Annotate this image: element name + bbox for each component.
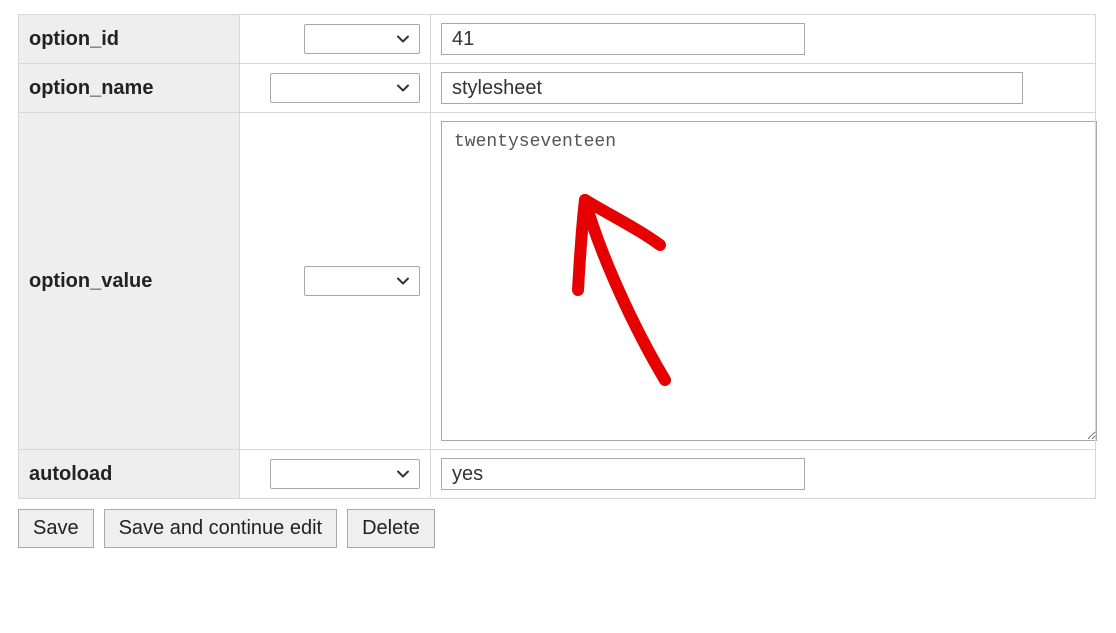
label-option-id: option_id	[19, 15, 240, 64]
label-autoload: autoload	[19, 450, 240, 499]
chevron-down-icon	[395, 31, 411, 47]
input-autoload[interactable]	[441, 458, 805, 490]
input-option-name[interactable]	[441, 72, 1023, 104]
function-select-option-name[interactable]	[270, 73, 420, 103]
save-continue-button[interactable]: Save and continue edit	[104, 509, 338, 548]
textarea-option-value[interactable]	[441, 121, 1097, 441]
label-option-value: option_value	[19, 113, 240, 450]
chevron-down-icon	[395, 273, 411, 289]
row-option-id: option_id	[19, 15, 1096, 64]
input-option-id[interactable]	[441, 23, 805, 55]
function-select-autoload[interactable]	[270, 459, 420, 489]
delete-button[interactable]: Delete	[347, 509, 435, 548]
function-select-option-value[interactable]	[304, 266, 420, 296]
row-option-name: option_name	[19, 64, 1096, 113]
function-select-option-id[interactable]	[304, 24, 420, 54]
row-option-value: option_value	[19, 113, 1096, 450]
action-buttons: Save Save and continue edit Delete	[18, 509, 1098, 548]
chevron-down-icon	[395, 80, 411, 96]
row-autoload: autoload	[19, 450, 1096, 499]
label-option-name: option_name	[19, 64, 240, 113]
chevron-down-icon	[395, 466, 411, 482]
save-button[interactable]: Save	[18, 509, 94, 548]
options-edit-table: option_id option_name	[18, 14, 1096, 499]
